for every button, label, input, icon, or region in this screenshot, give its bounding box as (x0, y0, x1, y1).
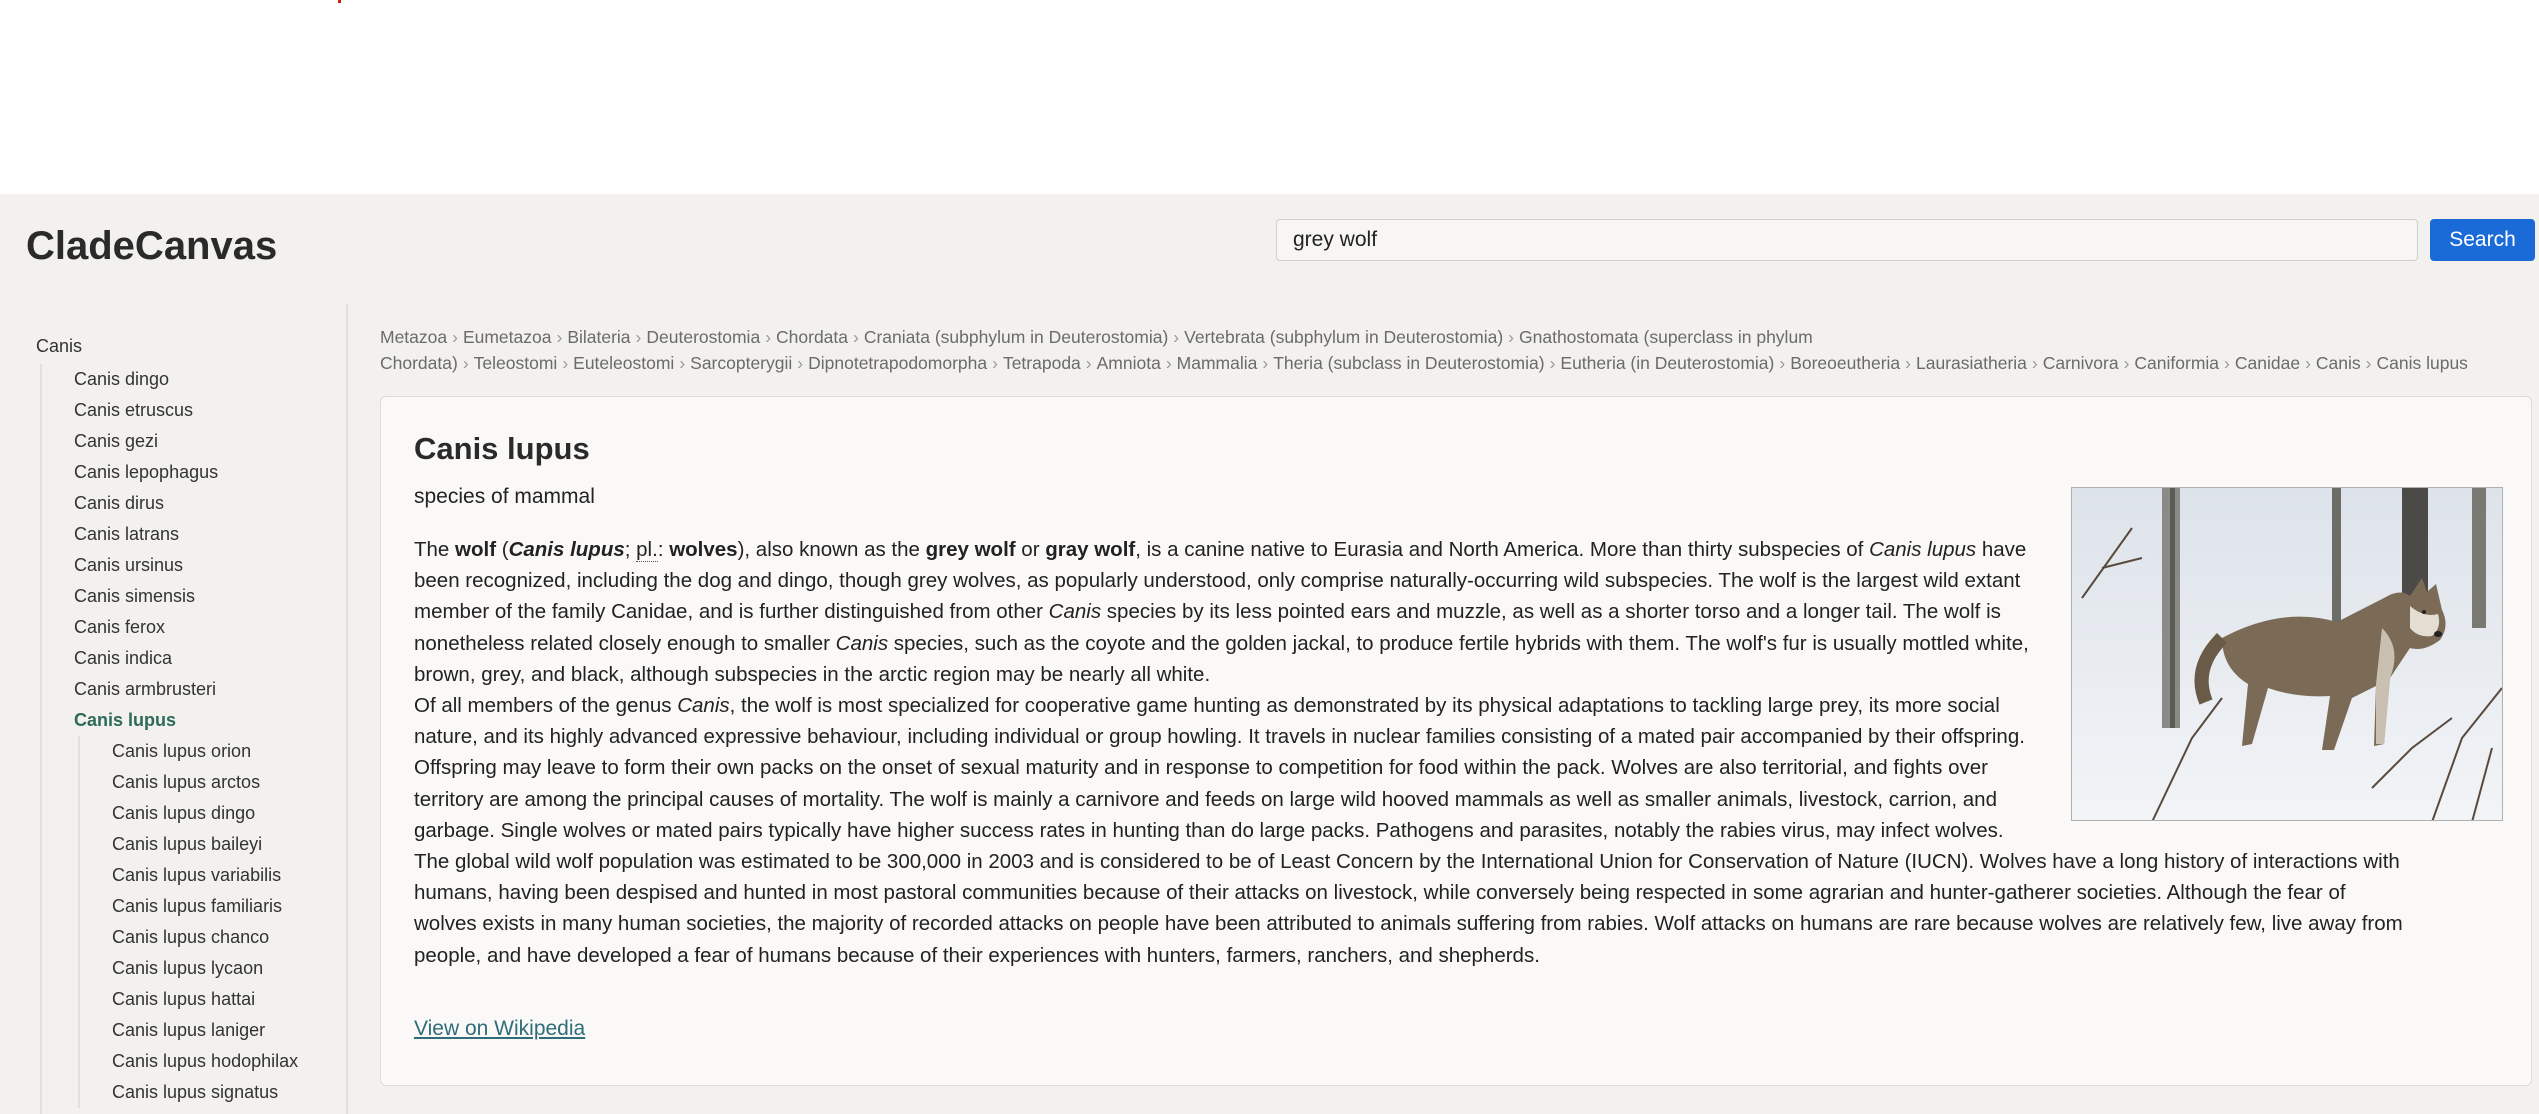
tree-item[interactable]: Canis gezi (74, 426, 340, 457)
tree-level-1: Canis dingo Canis etruscus Canis gezi Canis… (40, 364, 340, 1114)
breadcrumb-item[interactable]: Eumetazoa (463, 327, 552, 347)
breadcrumb: Metazoa › Eumetazoa › Bilateria › Deuterostomi… (380, 324, 2530, 376)
tree-item[interactable]: Canis simensis (74, 581, 340, 612)
breadcrumb-item[interactable]: Boreoeutheria (1790, 353, 1900, 373)
plural-abbreviation: pl. (636, 538, 658, 562)
tree-child-item[interactable]: Canis lupus hodophilax (112, 1046, 340, 1077)
tree-child-item[interactable]: Canis lupus lycaon (112, 953, 340, 984)
tree-child-item[interactable]: Canis lupus laniger (112, 1015, 340, 1046)
breadcrumb-item[interactable]: Canidae (2235, 353, 2300, 373)
breadcrumb-separator: › (2224, 353, 2230, 373)
breadcrumb-item[interactable]: Canis lupus (2376, 353, 2467, 373)
breadcrumb-separator: › (1262, 353, 1269, 373)
breadcrumb-item[interactable]: Metazoa (380, 327, 447, 347)
breadcrumb-separator: › (853, 327, 859, 347)
breadcrumb-separator: › (2031, 353, 2038, 373)
tree-child-item[interactable]: Canis lupus hattai (112, 984, 340, 1015)
tree-child-item[interactable]: Canis lupus chanco (112, 922, 340, 953)
search-input[interactable] (1276, 219, 2418, 261)
breadcrumb-item[interactable]: Carnivora (2043, 353, 2119, 373)
breadcrumb-item[interactable]: Caniformia (2134, 353, 2219, 373)
breadcrumb-separator: › (1508, 327, 1514, 347)
breadcrumb-separator: › (562, 353, 569, 373)
breadcrumb-item[interactable]: Chordata (776, 327, 848, 347)
brand-title[interactable]: CladeCanvas (26, 224, 277, 269)
tree-item[interactable]: Canis dirus (74, 488, 340, 519)
breadcrumb-item[interactable]: Deuterostomia (646, 327, 760, 347)
breadcrumb-separator: › (797, 353, 804, 373)
breadcrumb-separator: › (635, 327, 642, 347)
breadcrumb-item[interactable]: Dipnotetrapodomorpha (808, 353, 987, 373)
breadcrumb-item[interactable]: Tetrapoda (1003, 353, 1081, 373)
tree-level-2: Canis lupus orion Canis lupus arctos Canis… (78, 736, 340, 1108)
breadcrumb-item[interactable]: Laurasiatheria (1916, 353, 2027, 373)
tree-item[interactable]: Canis lepophagus (74, 457, 340, 488)
header: CladeCanvas Search (0, 194, 2539, 304)
description-paragraph-1: The wolf (Canis lupus; pl.: wolves), als… (414, 538, 2029, 686)
tree-item[interactable]: Canis ursinus (74, 550, 340, 581)
tree-item[interactable]: Canis armbrusteri (74, 674, 340, 705)
tree-item-active[interactable]: Canis lupus (74, 705, 340, 736)
breadcrumb-item[interactable]: Canis (2316, 353, 2361, 373)
tree-child-item[interactable]: Canis lupus baileyi (112, 829, 340, 860)
taxon-card: Canis lupus species of mammal The wolf (… (380, 396, 2532, 1086)
tree-item[interactable]: Canis dingo (74, 364, 340, 395)
breadcrumb-separator: › (2123, 353, 2130, 373)
red-dot-mark (338, 0, 341, 3)
tree-root-item[interactable]: Canis (36, 336, 82, 357)
breadcrumb-separator: › (2305, 353, 2311, 373)
breadcrumb-separator: › (1165, 353, 1172, 373)
description-paragraph-2: Of all members of the genus Canis, the w… (414, 694, 2025, 842)
app-shell: CladeCanvas Search Canis Canis dingoCani… (0, 194, 2539, 1114)
breadcrumb-item[interactable]: Mammalia (1177, 353, 1258, 373)
search-button[interactable]: Search (2430, 219, 2535, 261)
taxon-description: The wolf (Canis lupus; pl.: wolves), als… (414, 534, 2404, 971)
description-paragraph-3: The global wild wolf population was esti… (414, 850, 2403, 967)
tree-child-item[interactable]: Canis lupus orion (112, 736, 340, 767)
breadcrumb-separator: › (452, 327, 458, 347)
wikipedia-link[interactable]: View on Wikipedia (414, 1017, 585, 1041)
tree-child-item[interactable]: Canis lupus variabilis (112, 860, 340, 891)
taxon-title: Canis lupus (414, 431, 590, 466)
breadcrumb-separator: › (462, 353, 469, 373)
tree-item[interactable]: Canis indica (74, 643, 340, 674)
tree-child-item[interactable]: Canis lupus familiaris (112, 891, 340, 922)
breadcrumb-separator: › (556, 327, 563, 347)
breadcrumb-separator: › (1549, 353, 1556, 373)
tree-item[interactable]: Canis latrans (74, 519, 340, 550)
breadcrumb-separator: › (1905, 353, 1911, 373)
breadcrumb-item[interactable]: Bilateria (567, 327, 630, 347)
breadcrumb-item[interactable]: Euteleostomi (573, 353, 674, 373)
breadcrumb-separator: › (1173, 327, 1180, 347)
breadcrumb-item[interactable]: Sarcopterygii (690, 353, 792, 373)
breadcrumb-item[interactable]: Craniata (subphylum in Deuterostomia) (864, 327, 1168, 347)
tree-child-item[interactable]: Canis lupus arctos (112, 767, 340, 798)
breadcrumb-item[interactable]: Vertebrata (subphylum in Deuterostomia) (1184, 327, 1503, 347)
tree-child-item[interactable]: Canis lupus signatus (112, 1077, 340, 1108)
taxonomy-sidebar: Canis Canis dingo Canis etruscus Canis gez… (0, 304, 348, 1114)
breadcrumb-separator: › (2365, 353, 2372, 373)
top-blank-area (0, 0, 2539, 194)
breadcrumb-separator: › (992, 353, 998, 373)
breadcrumb-item[interactable]: Theria (subclass in Deuterostomia) (1273, 353, 1544, 373)
breadcrumb-separator: › (1779, 353, 1786, 373)
breadcrumb-item[interactable]: Teleostomi (474, 353, 558, 373)
breadcrumb-item[interactable]: Amniota (1097, 353, 1161, 373)
tree-item[interactable]: Canis etruscus (74, 395, 340, 426)
tree-child-item[interactable]: Canis lupus dingo (112, 798, 340, 829)
tree-item[interactable]: Canis ferox (74, 612, 340, 643)
breadcrumb-separator: › (1085, 353, 1092, 373)
taxon-subtitle: species of mammal (414, 485, 595, 508)
breadcrumb-separator: › (765, 327, 772, 347)
breadcrumb-item[interactable]: Eutheria (in Deuterostomia) (1560, 353, 1774, 373)
breadcrumb-separator: › (679, 353, 686, 373)
